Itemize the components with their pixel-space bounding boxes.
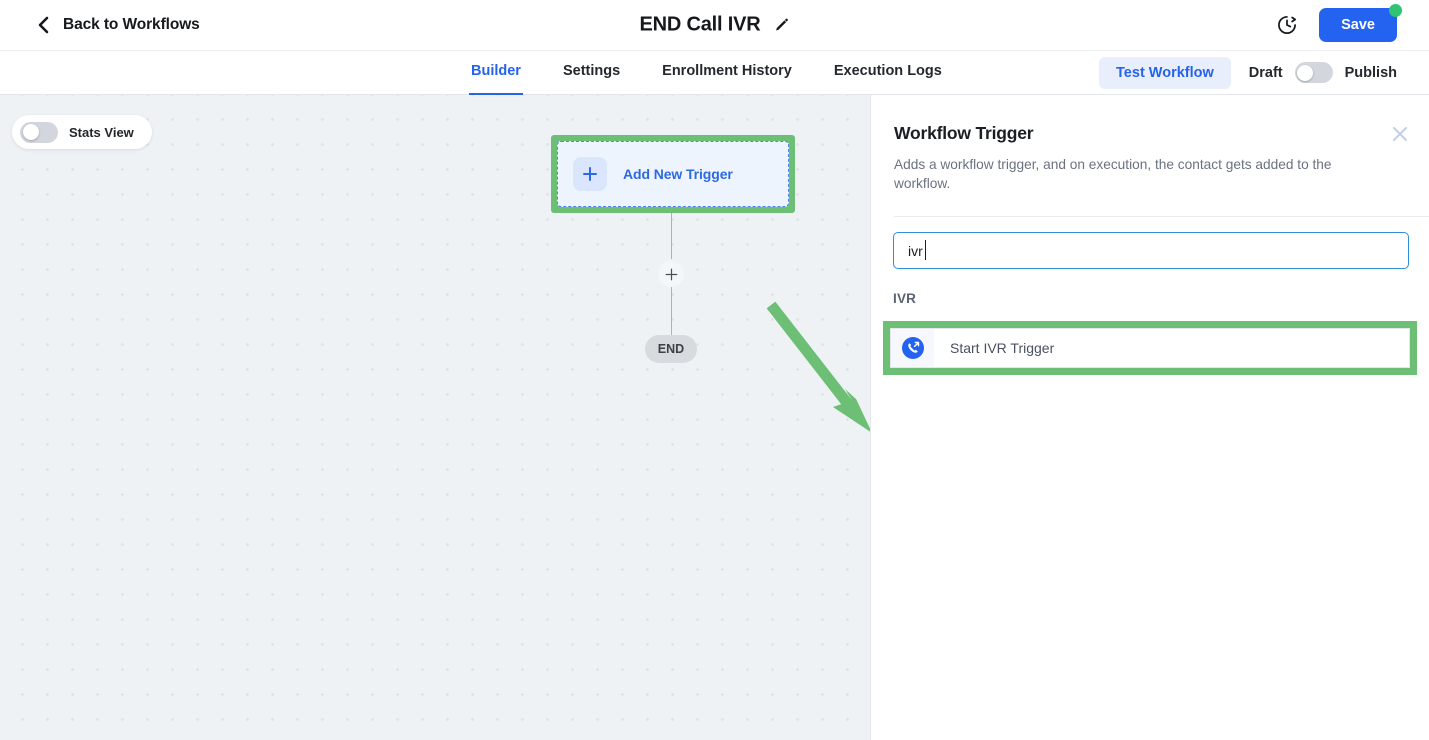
save-button-wrapper: Save <box>1319 4 1402 42</box>
top-bar-actions: Save <box>1276 4 1402 42</box>
plus-icon <box>665 268 677 280</box>
text-caret <box>925 240 927 260</box>
publish-label: Publish <box>1344 64 1397 81</box>
panel-header: Workflow Trigger Adds a workflow trigger… <box>894 123 1406 193</box>
trigger-option-label: Start IVR Trigger <box>950 340 1055 356</box>
add-new-trigger-label: Add New Trigger <box>623 166 733 182</box>
trigger-search-input[interactable] <box>893 232 1409 269</box>
stats-view-toggle[interactable] <box>20 121 58 143</box>
tab-settings[interactable]: Settings <box>563 51 620 95</box>
category-heading-ivr: IVR <box>893 291 917 306</box>
add-new-trigger-node[interactable]: Add New Trigger <box>557 141 789 207</box>
stats-view-toggle-group[interactable]: Stats View <box>12 115 152 149</box>
close-icon[interactable] <box>1389 123 1411 145</box>
add-new-trigger-highlight: Add New Trigger <box>551 135 795 213</box>
publish-toggle-knob <box>1297 64 1314 81</box>
page-title: END Call IVR <box>639 13 761 36</box>
chevron-left-icon <box>38 16 49 34</box>
workflow-canvas[interactable]: Stats View Add New Trigger END <box>0 95 870 740</box>
panel-description: Adds a workflow trigger, and on executio… <box>894 157 1332 191</box>
publish-toggle-group: Draft Publish <box>1249 62 1397 83</box>
plus-icon <box>573 157 607 191</box>
tab-builder[interactable]: Builder <box>469 51 523 95</box>
draft-label: Draft <box>1248 64 1283 81</box>
publish-toggle[interactable] <box>1294 62 1333 83</box>
panel-title: Workflow Trigger <box>894 123 1034 143</box>
workflow-title-group: END Call IVR <box>640 14 790 37</box>
phone-outgoing-icon <box>901 337 924 359</box>
workflow-trigger-panel: Workflow Trigger Adds a workflow trigger… <box>870 95 1429 740</box>
back-to-workflows-button[interactable]: Back to Workflows <box>36 16 200 34</box>
test-workflow-button[interactable]: Test Workflow <box>1099 56 1231 89</box>
end-node-label: END <box>657 342 685 356</box>
save-button[interactable]: Save <box>1319 8 1397 42</box>
connector-line-bottom <box>670 287 672 337</box>
start-ivr-trigger-highlight: Start IVR Trigger <box>883 321 1417 375</box>
stats-view-toggle-knob <box>22 124 39 140</box>
add-step-button[interactable] <box>658 261 684 287</box>
stats-view-label: Stats View <box>69 124 134 140</box>
pencil-icon[interactable] <box>774 18 789 33</box>
panel-divider <box>894 216 1429 217</box>
tab-list: Builder Settings Enrollment History Exec… <box>469 51 984 95</box>
connector-line-top <box>670 213 672 259</box>
back-to-workflows-label: Back to Workflows <box>63 16 200 33</box>
trigger-option-icon-cell <box>891 329 934 367</box>
trigger-option-start-ivr[interactable]: Start IVR Trigger <box>890 328 1410 368</box>
green-arrow-annotation-icon <box>766 301 870 432</box>
clock-history-icon[interactable] <box>1276 14 1298 36</box>
end-node[interactable]: END <box>645 335 697 363</box>
tab-bar: Builder Settings Enrollment History Exec… <box>0 51 1429 95</box>
top-bar: Back to Workflows END Call IVR Save <box>0 0 1429 51</box>
unsaved-changes-dot <box>1389 4 1402 17</box>
tab-bar-actions: Test Workflow Draft Publish <box>1099 56 1397 89</box>
tab-execution-logs[interactable]: Execution Logs <box>834 51 942 95</box>
tab-enrollment-history[interactable]: Enrollment History <box>662 51 792 95</box>
